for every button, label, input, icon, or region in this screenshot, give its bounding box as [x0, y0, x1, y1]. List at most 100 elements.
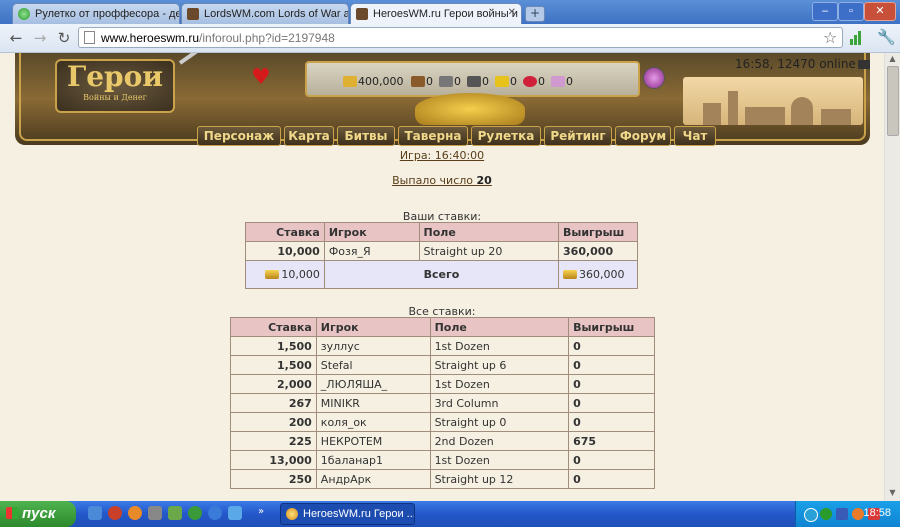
close-tab-icon[interactable]: ✕ — [508, 7, 516, 18]
windows-flag-icon — [6, 507, 18, 519]
column-header: Поле — [418, 222, 560, 242]
game-time-link[interactable]: Игра: 16:40:00 — [400, 149, 484, 162]
gold-pile-decoration — [415, 93, 525, 125]
back-arrow-icon[interactable]: ← — [6, 28, 26, 48]
game-logo[interactable]: Герои Войны и Денег — [55, 59, 175, 113]
tab-title: Рулетко от проффесора - де — [35, 8, 180, 20]
clock[interactable]: 18:58 — [863, 507, 891, 519]
wrench-icon[interactable]: 🔧 — [877, 28, 896, 46]
monitor-icon[interactable] — [836, 508, 848, 520]
column-header: Ставка — [230, 317, 317, 337]
menu-tavern[interactable]: Таверна — [398, 126, 468, 146]
column-header: Выигрыш — [558, 222, 638, 242]
antivirus-icon[interactable] — [852, 508, 864, 520]
heart-icon[interactable]: ♥ — [251, 65, 271, 90]
resource-mercury: 0 — [467, 75, 489, 88]
gold-icon — [343, 76, 357, 87]
resource-gems: 0 — [551, 75, 573, 88]
menu-chat[interactable]: Чат — [674, 126, 716, 146]
total-row: 10,000 Всего 360,000 — [245, 260, 638, 289]
green-circle-icon — [18, 8, 30, 20]
resource-wood: 0 — [411, 75, 433, 88]
minimize-button[interactable]: – — [812, 2, 838, 21]
resource-gold: 400,000 — [343, 75, 404, 88]
table-row: 267 MINIKR 3rd Column 0 — [230, 393, 655, 413]
firefox-icon[interactable] — [128, 506, 142, 520]
menu-rating[interactable]: Рейтинг — [544, 126, 612, 146]
table-header-row: Ставка Игрок Поле Выигрыш — [230, 317, 655, 337]
opera-icon[interactable] — [108, 506, 122, 520]
ie-icon[interactable] — [208, 506, 222, 520]
total-stake-cell: 10,000 — [245, 260, 325, 289]
player-cell: Фозя_Я — [323, 241, 420, 261]
mercury-icon — [467, 76, 481, 87]
table-row: 1,500 Stefal Straight up 60 — [230, 355, 655, 375]
table-row: 10,000 Фозя_Я Straight up 20 360,000 — [245, 241, 638, 261]
recycle-icon[interactable] — [168, 506, 182, 520]
tab-heroeswm[interactable]: HeroesWM.ru Герои войны и ✕ — [350, 3, 522, 24]
column-header: Игрок — [323, 222, 420, 242]
scroll-down-arrow-icon[interactable]: ▼ — [887, 488, 898, 499]
menu-forum[interactable]: Форум — [615, 126, 671, 146]
potion-icon[interactable] — [643, 67, 665, 89]
menu-battles[interactable]: Битвы — [337, 126, 395, 146]
chrome-icon[interactable] — [188, 506, 202, 520]
table-row: 2,000 _ЛЮЛЯША_ 1st Dozen 0 — [230, 374, 655, 394]
field-cell: Straight up 20 — [418, 241, 560, 261]
table-row: 1,500 зуллус 1st Dozen 0 — [230, 336, 655, 356]
tab-lordswm[interactable]: LordsWM.com Lords of War ar — [181, 3, 349, 24]
tab-title: LordsWM.com Lords of War ar — [204, 8, 349, 20]
page-icon — [84, 31, 95, 44]
wood-icon — [411, 76, 425, 87]
chrome-icon — [286, 508, 298, 520]
window-icon[interactable] — [228, 506, 242, 520]
scroll-thumb[interactable] — [887, 66, 899, 136]
gems-icon — [551, 76, 565, 87]
start-button[interactable]: пуск — [0, 501, 76, 527]
resource-sulfur: 0 — [495, 75, 517, 88]
ore-icon — [439, 76, 453, 87]
address-bar[interactable]: www.heroeswm.ru/inforoul.php?id=2197948 — [78, 27, 843, 48]
back-circle-icon[interactable] — [804, 508, 818, 522]
forward-arrow-icon[interactable]: → — [30, 28, 50, 48]
close-window-button[interactable]: ✕ — [864, 2, 896, 21]
table-row: 250 АндрАрк Straight up 12 0 — [230, 469, 655, 489]
page-content: Герои Войны и Денег ♥ 400,000 0 0 0 0 0 … — [0, 53, 884, 501]
crystal-icon — [523, 76, 537, 87]
server-time: 16:58, 12470 online — [735, 57, 870, 71]
windows-taskbar: пуск » HeroesWM.ru Герои ... 18:58 — [0, 501, 900, 527]
total-label: Всего — [323, 260, 560, 289]
maximize-button[interactable]: ▫ — [838, 2, 864, 21]
show-desktop-icon[interactable] — [88, 506, 102, 520]
table-row: 225 НЕКРОТЕМ 2nd Dozen 675 — [230, 431, 655, 451]
mail-icon — [857, 60, 870, 69]
sulfur-icon — [495, 76, 509, 87]
city-picture — [683, 77, 863, 125]
url-text: www.heroeswm.ru/inforoul.php?id=2197948 — [101, 31, 335, 45]
new-tab-button[interactable]: + — [525, 6, 545, 22]
your-bets-table: Ставка Игрок Поле Выигрыш 10,000 Фозя_Я … — [245, 222, 638, 289]
expand-arrow-icon[interactable]: » — [258, 506, 268, 520]
stake-cell: 10,000 — [245, 241, 325, 261]
column-header: Игрок — [315, 317, 431, 337]
column-header: Поле — [429, 317, 570, 337]
result-row: Выпало число 20 — [0, 174, 884, 187]
page-scrollbar[interactable]: ▲ ▼ — [884, 53, 900, 501]
bookmark-star-icon[interactable]: ☆ — [823, 28, 837, 47]
game-time-row: Игра: 16:40:00 — [0, 149, 884, 162]
menu-character[interactable]: Персонаж — [197, 126, 281, 146]
table-row: 200 коля_ок Straight up 00 — [230, 412, 655, 432]
scroll-up-arrow-icon[interactable]: ▲ — [887, 54, 898, 65]
total-win-cell: 360,000 — [558, 260, 638, 289]
network-icon[interactable] — [820, 508, 832, 520]
table-row: 13,000 1баланар1 1st Dozen 0 — [230, 450, 655, 470]
media-icon[interactable] — [148, 506, 162, 520]
tab-roulette-forum[interactable]: Рулетко от проффесора - де — [12, 3, 180, 24]
menu-roulette[interactable]: Рулетка — [471, 126, 541, 146]
system-tray: 18:58 — [795, 501, 900, 527]
result-link[interactable]: Выпало число 20 — [392, 174, 492, 187]
taskbar-window-button[interactable]: HeroesWM.ru Герои ... — [280, 503, 415, 525]
helmet-icon — [356, 8, 368, 20]
reload-icon[interactable]: ↻ — [54, 28, 74, 48]
menu-map[interactable]: Карта — [284, 126, 334, 146]
